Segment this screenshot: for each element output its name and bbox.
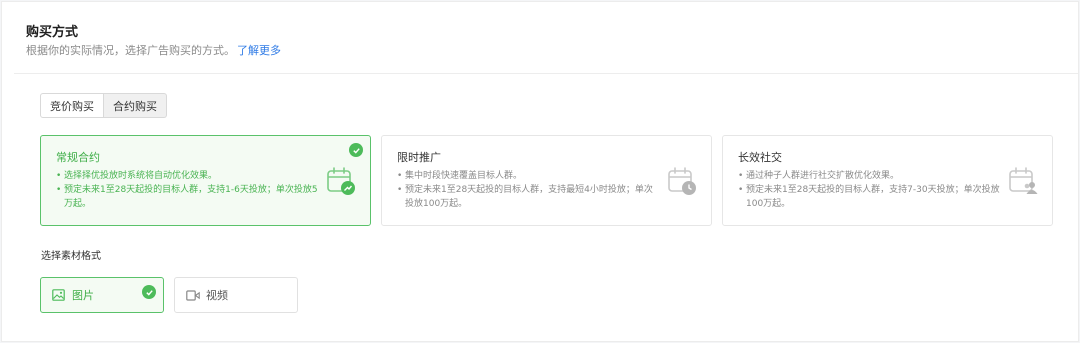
card-description: 选择择优投放时系统将自动优化效果。 预定未来1至28天起投的目标人群，支持1-6… bbox=[56, 169, 318, 211]
card-line: 预定未来1至28天起投的目标人群，支持1-6天投放；单次投放5万起。 bbox=[56, 183, 318, 211]
card-line: 预定未来1至28天起投的目标人群，支持7-30天投放；单次投放100万起。 bbox=[738, 183, 1000, 211]
card-line: 选择择优投放时系统将自动优化效果。 bbox=[56, 169, 318, 183]
subtitle-text: 根据你的实际情况，选择广告购买的方式。 bbox=[26, 44, 235, 57]
format-option-label: 图片 bbox=[72, 289, 94, 302]
purchase-panel: 购买方式 根据你的实际情况，选择广告购买的方式。 了解更多 竞价购买 合约购买 常… bbox=[1, 1, 1079, 342]
selected-check-icon bbox=[349, 143, 363, 157]
card-title: 长效社交 bbox=[738, 151, 782, 164]
learn-more-link[interactable]: 了解更多 bbox=[237, 44, 281, 57]
image-icon bbox=[52, 288, 66, 302]
card-limited-promotion[interactable]: 限时推广 集中时段快速覆盖目标人群。 预定未来1至28天起投的目标人群，支持最短… bbox=[381, 135, 712, 226]
buy-mode-toggle: 竞价购买 合约购买 bbox=[40, 93, 167, 118]
bidding-buy-tab[interactable]: 竞价购买 bbox=[40, 93, 104, 118]
card-title: 常规合约 bbox=[56, 151, 100, 164]
divider bbox=[14, 73, 1078, 74]
card-long-term-social[interactable]: 长效社交 通过种子人群进行社交扩散优化效果。 预定未来1至28天起投的目标人群，… bbox=[722, 135, 1053, 226]
card-line: 集中时段快速覆盖目标人群。 bbox=[397, 169, 659, 183]
card-description: 集中时段快速覆盖目标人群。 预定未来1至28天起投的目标人群，支持最短4小时投放… bbox=[397, 169, 659, 211]
card-line: 通过种子人群进行社交扩散优化效果。 bbox=[738, 169, 1000, 183]
calendar-people-icon bbox=[1009, 167, 1038, 194]
calendar-clock-icon bbox=[668, 167, 696, 195]
format-option-video[interactable]: 视频 bbox=[174, 277, 298, 313]
calendar-trend-icon bbox=[327, 167, 355, 195]
format-option-label: 视频 bbox=[206, 289, 228, 302]
selected-check-icon bbox=[142, 285, 156, 299]
card-line: 预定未来1至28天起投的目标人群，支持最短4小时投放；单次投放100万起。 bbox=[397, 183, 659, 211]
contract-buy-tab[interactable]: 合约购买 bbox=[104, 93, 167, 118]
video-icon bbox=[186, 288, 200, 302]
card-title: 限时推广 bbox=[397, 151, 441, 164]
card-description: 通过种子人群进行社交扩散优化效果。 预定未来1至28天起投的目标人群，支持7-3… bbox=[738, 169, 1000, 211]
section-title: 购买方式 bbox=[26, 25, 79, 40]
card-regular-contract[interactable]: 常规合约 选择择优投放时系统将自动优化效果。 预定未来1至28天起投的目标人群，… bbox=[40, 135, 371, 226]
format-option-image[interactable]: 图片 bbox=[40, 277, 164, 313]
section-subtitle: 根据你的实际情况，选择广告购买的方式。 了解更多 bbox=[26, 42, 281, 58]
material-format-label: 选择素材格式 bbox=[41, 251, 101, 262]
